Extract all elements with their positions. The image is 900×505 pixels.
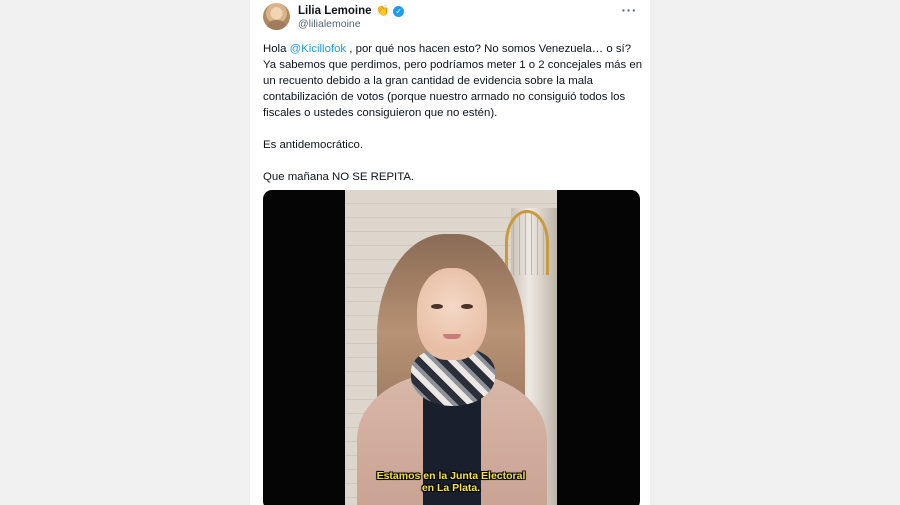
author-name-row: Lilia Lemoine 👏 ✓ [298, 4, 405, 18]
harp-decoration [505, 210, 549, 275]
person-face [417, 268, 487, 360]
tweet-text: Hola @Kicillofok , por qué nos hacen est… [263, 41, 645, 185]
clapping-hands-icon: 👏 [375, 4, 390, 17]
video-subtitle-line-1: Estamos en la Junta Electoral [376, 470, 526, 482]
tweet-paragraph-1: Hola @Kicillofok , por qué nos hacen est… [263, 41, 645, 121]
video-subtitle-line-2: en La Plata. [421, 482, 481, 494]
verified-badge-icon: ✓ [393, 5, 405, 17]
avatar[interactable] [263, 3, 290, 30]
person-left-eye [431, 304, 443, 309]
author-handle[interactable]: @lilialemoine [298, 18, 361, 30]
person-right-eye [461, 304, 473, 309]
tweet-paragraph-3: Que mañana NO SE REPITA. [263, 171, 415, 183]
person-mouth [443, 334, 461, 339]
more-options-icon[interactable]: ··· [622, 3, 638, 17]
tweet-header: Lilia Lemoine 👏 ✓ @lilialemoine ··· [263, 3, 643, 31]
tweet-text-prefix: Hola [263, 43, 290, 55]
video-frame: Estamos en la Junta Electoral en La Plat… [345, 190, 557, 505]
tweet-card: Lilia Lemoine 👏 ✓ @lilialemoine ··· Hola… [250, 0, 650, 505]
video-subtitle: Estamos en la Junta Electoral en La Plat… [345, 470, 557, 494]
mention-link[interactable]: @Kicillofok [290, 43, 347, 55]
video-player[interactable]: Estamos en la Junta Electoral en La Plat… [263, 190, 640, 505]
tweet-paragraph-2: Es antidemocrático. [263, 139, 364, 151]
author-name[interactable]: Lilia Lemoine [298, 5, 372, 17]
